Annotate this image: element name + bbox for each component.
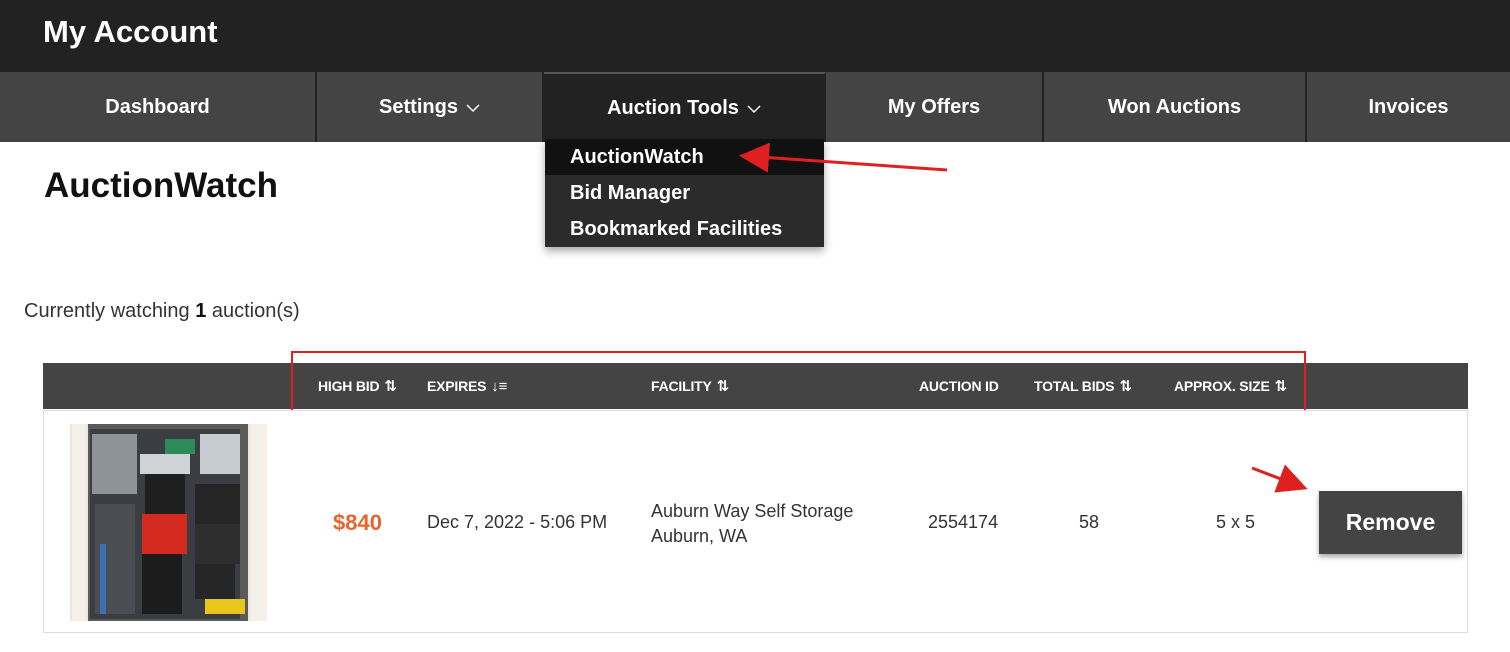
nav-settings-label: Settings [379,95,458,118]
nav-won-auctions[interactable]: Won Auctions [1044,72,1307,142]
chevron-down-icon [466,96,480,119]
high-bid-value: $840 [333,510,382,535]
remove-button[interactable]: Remove [1319,491,1462,554]
dropdown-item-bid-manager[interactable]: Bid Manager [545,175,824,211]
nav-auction-tools[interactable]: Auction Tools [544,72,826,142]
expires-value: Dec 7, 2022 - 5:06 PM [427,512,608,532]
chevron-down-icon [747,97,761,120]
annotation-highlight-box [291,351,1306,419]
nav-dashboard[interactable]: Dashboard [0,72,317,142]
dropdown-item-bookmarked-facilities[interactable]: Bookmarked Facilities [545,211,824,247]
page-title: AuctionWatch [44,166,278,205]
nav-won-auctions-label: Won Auctions [1107,95,1242,118]
main-nav: Dashboard Settings Auction Tools My Offe… [0,72,1510,142]
nav-dashboard-label: Dashboard [105,95,210,118]
watch-count-text: Currently watching 1 auction(s) [24,300,300,323]
auction-tools-dropdown: AuctionWatch Bid Manager Bookmarked Faci… [545,139,824,247]
total-bids-value: 58 [1079,512,1100,532]
storage-unit-photo[interactable] [70,424,267,621]
table-row: $840 Dec 7, 2022 - 5:06 PM Auburn Way Se… [43,410,1468,633]
account-header: My Account [0,0,1510,72]
nav-auction-tools-label: Auction Tools [607,96,739,119]
auction-id-value: 2554174 [928,512,999,532]
dropdown-item-auctionwatch[interactable]: AuctionWatch [545,139,824,175]
nav-invoices[interactable]: Invoices [1307,72,1510,142]
account-title: My Account [43,14,218,49]
nav-my-offers-label: My Offers [887,95,981,118]
facility-name[interactable]: Auburn Way Self Storage [651,499,853,524]
approx-size-value: 5 x 5 [1216,512,1256,532]
watch-count-prefix: Currently watching [24,300,190,322]
watch-count-suffix: auction(s) [211,300,300,322]
nav-my-offers[interactable]: My Offers [826,72,1044,142]
facility-value[interactable]: Auburn Way Self Storage Auburn, WA [651,499,853,549]
watch-count-number: 1 [195,300,207,322]
nav-settings[interactable]: Settings [317,72,544,142]
facility-location: Auburn, WA [651,526,748,546]
nav-invoices-label: Invoices [1368,95,1449,118]
